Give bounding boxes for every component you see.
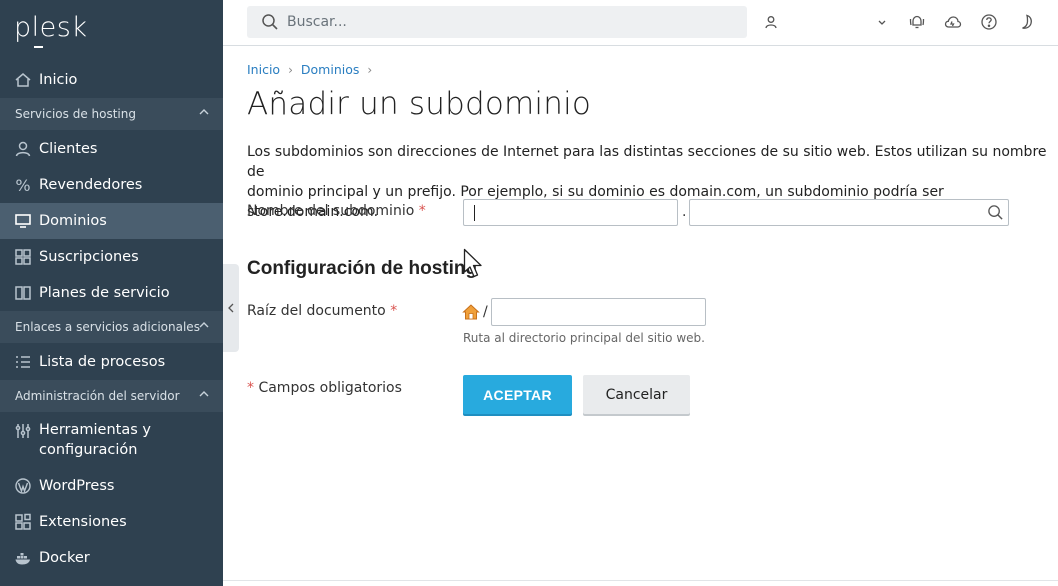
home-icon <box>14 71 32 89</box>
parent-domain-select[interactable] <box>689 199 1009 226</box>
sidebar-item-label: Herramientas y configuración <box>39 420 151 460</box>
subdomain-label: Nombre del subdominio * <box>247 203 426 219</box>
cloud-icon[interactable] <box>944 13 962 31</box>
chevron-left-icon <box>228 303 234 313</box>
notifications-icon[interactable] <box>908 13 926 31</box>
book-icon <box>14 284 32 302</box>
section-hosting[interactable]: Servicios de hosting <box>0 98 223 130</box>
section-links[interactable]: Enlaces a servicios adicionales <box>0 311 223 343</box>
percent-icon: % <box>15 175 31 195</box>
breadcrumb-domains[interactable]: Dominios <box>301 62 359 77</box>
sidebar-collapse-handle[interactable] <box>223 264 239 352</box>
section-label: Servicios de hosting <box>15 107 136 121</box>
chevron-up-icon <box>199 322 209 328</box>
sidebar-item-plans[interactable]: Planes de servicio <box>0 275 223 311</box>
sidebar-item-wordpress[interactable]: WordPress <box>0 468 223 504</box>
breadcrumb-home[interactable]: Inicio <box>247 62 280 77</box>
sidebar-item-processes[interactable]: Lista de procesos <box>0 344 223 380</box>
intro-line: Los subdominios son direcciones de Inter… <box>247 144 1047 180</box>
help-icon[interactable] <box>980 13 998 31</box>
chevron-up-icon <box>199 109 209 115</box>
logo-bar <box>34 46 43 48</box>
sidebar-item-docker[interactable]: Docker <box>0 540 223 576</box>
docroot-label-text: Raíz del documento <box>247 303 386 319</box>
required-star: * <box>247 380 254 396</box>
page-title: Añadir un subdominio <box>247 86 592 122</box>
section-label: Administración del servidor <box>15 389 180 403</box>
docroot-label: Raíz del documento * <box>247 303 397 319</box>
monitor-icon <box>14 212 32 230</box>
sidebar-item-label: WordPress <box>39 478 115 494</box>
breadcrumb-separator-icon: › <box>288 62 293 77</box>
sliders-icon <box>14 422 32 440</box>
docroot-input[interactable] <box>491 298 706 326</box>
moon-icon[interactable] <box>1016 13 1034 31</box>
required-note: * Campos obligatorios <box>247 380 402 396</box>
sidebar-item-label: Planes de servicio <box>39 285 170 301</box>
search-placeholder: Buscar... <box>287 14 347 30</box>
subdomain-prefix-input[interactable] <box>463 199 678 226</box>
sidebar-item-label: Inicio <box>39 72 78 88</box>
sidebar-item-label: Extensiones <box>39 514 127 530</box>
docroot-slash: / <box>483 304 488 320</box>
breadcrumb: Inicio › Dominios › <box>247 62 380 77</box>
required-star: * <box>390 303 398 319</box>
wordpress-icon <box>14 477 32 495</box>
logo-text: plesk <box>14 12 88 43</box>
section-admin[interactable]: Administración del servidor <box>0 380 223 412</box>
sidebar-item-tools[interactable]: Herramientas y configuración <box>0 416 223 460</box>
footer-divider <box>223 580 1058 581</box>
chevron-up-icon <box>199 391 209 397</box>
mouse-pointer-icon <box>463 248 487 284</box>
sidebar-item-domains[interactable]: Dominios <box>0 203 223 239</box>
cancel-button[interactable]: Cancelar <box>583 375 690 414</box>
subdomain-label-text: Nombre del subdominio <box>247 203 415 219</box>
search-input[interactable]: Buscar... <box>247 6 747 38</box>
sidebar-item-home[interactable]: Inicio <box>0 62 223 98</box>
home-folder-icon <box>462 303 480 325</box>
plesk-logo[interactable]: plesk <box>14 12 88 48</box>
sidebar-item-label: Dominios <box>39 213 107 229</box>
search-icon <box>262 14 278 30</box>
search-icon[interactable] <box>987 204 1004 221</box>
sidebar-item-clients[interactable]: Clientes <box>0 131 223 167</box>
sidebar-item-subscriptions[interactable]: Suscripciones <box>0 239 223 275</box>
sidebar-item-label: Revendedores <box>39 177 143 193</box>
section-label: Enlaces a servicios adicionales <box>15 320 200 334</box>
docroot-hint: Ruta al directorio principal del sitio w… <box>463 331 705 345</box>
top-bar: Buscar... <box>223 0 1058 46</box>
docker-icon <box>14 549 32 567</box>
required-star: * <box>418 203 426 219</box>
sidebar-item-label: Docker <box>39 550 90 566</box>
text-cursor <box>474 205 475 221</box>
grid-icon <box>14 248 32 266</box>
extensions-icon <box>14 513 32 531</box>
user-icon <box>14 140 32 158</box>
hosting-section-title: Configuración de hosting <box>247 258 478 279</box>
list-icon <box>14 353 32 371</box>
sidebar-item-label: Lista de procesos <box>39 354 166 370</box>
breadcrumb-separator-icon: › <box>367 62 373 77</box>
dot-separator: . <box>682 204 687 220</box>
sidebar: plesk Inicio Servicios de hosting Client… <box>0 0 223 586</box>
sidebar-item-resellers[interactable]: % Revendedores <box>0 167 223 203</box>
accept-button[interactable]: ACEPTAR <box>463 375 572 414</box>
sidebar-item-label: Suscripciones <box>39 249 139 265</box>
sidebar-item-label: Clientes <box>39 141 98 157</box>
chevron-down-icon[interactable] <box>873 13 891 31</box>
tools-label-line1: Herramientas y <box>39 422 151 438</box>
tools-label-line2: configuración <box>39 442 138 458</box>
user-menu-icon[interactable] <box>762 13 780 31</box>
sidebar-item-extensions[interactable]: Extensiones <box>0 504 223 540</box>
required-note-text: Campos obligatorios <box>258 380 402 396</box>
